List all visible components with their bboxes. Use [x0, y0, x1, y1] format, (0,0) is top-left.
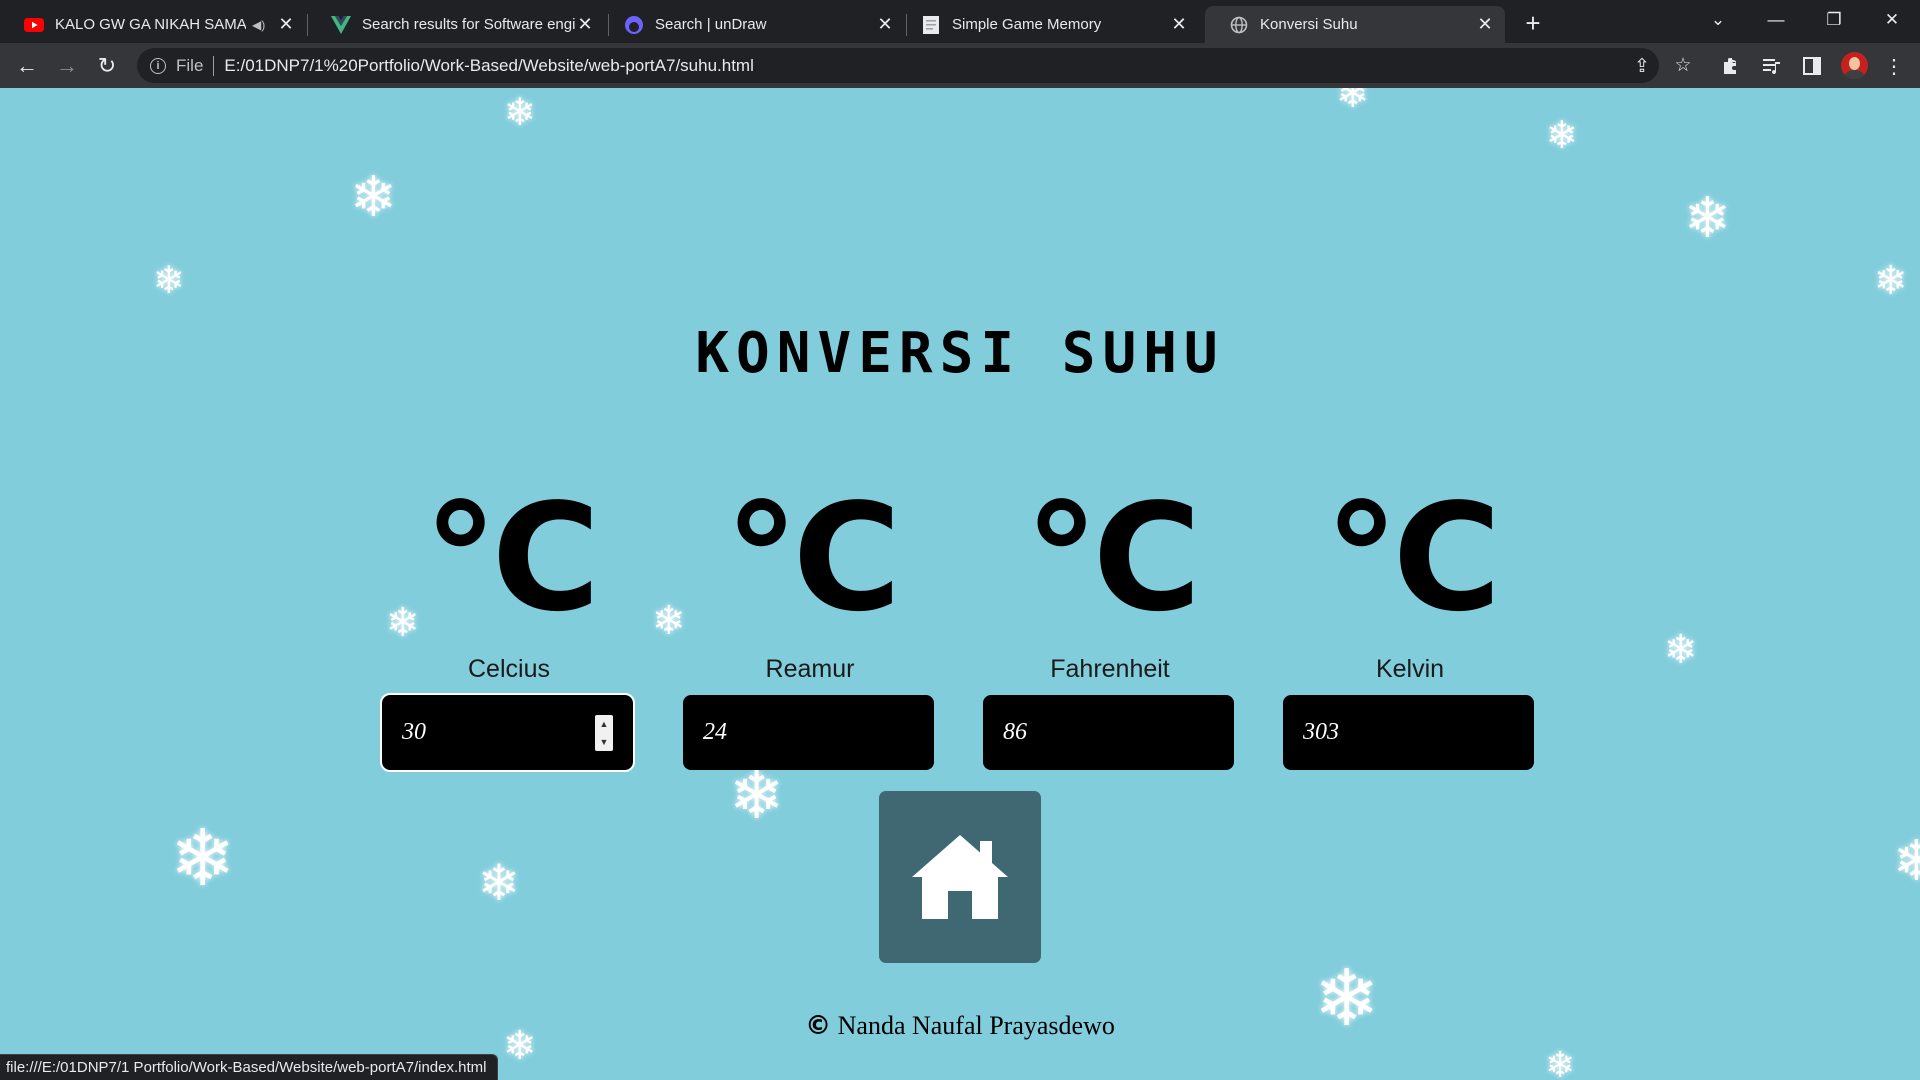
browser-toolbar: ← → ↻ i File E:/01DNP7/1%20Portfolio/Wor… [0, 43, 1920, 88]
fahrenheit-card: °C Fahrenheit 86 [983, 483, 1237, 770]
fahrenheit-symbol: °C [1024, 472, 1202, 644]
fahrenheit-value: 86 [1003, 719, 1027, 745]
tab-title: KALO GW GA NIKAH SAMA LISA [55, 16, 246, 33]
globe-icon [1229, 15, 1249, 35]
snowflake-icon: ❄ [1664, 627, 1698, 673]
site-info-icon[interactable]: i [150, 57, 166, 74]
tab-strip: KALO GW GA NIKAH SAMA LISA ◀) ✕ Search r… [0, 0, 1920, 43]
snowflake-icon: ❄ [1893, 829, 1920, 894]
bookmark-star-icon[interactable]: ☆ [1672, 54, 1694, 76]
reamur-label: Reamur [765, 655, 855, 683]
reading-list-icon[interactable] [1760, 54, 1784, 78]
snowflake-icon: ❄ [350, 165, 397, 230]
snowflake-icon: ❄ [504, 90, 536, 134]
home-icon [912, 835, 1008, 919]
kelvin-symbol: °C [1324, 472, 1502, 644]
kelvin-value: 303 [1303, 719, 1339, 745]
snowflake-icon: ❄ [153, 258, 185, 302]
address-bar[interactable]: i File E:/01DNP7/1%20Portfolio/Work-Base… [137, 48, 1659, 83]
new-tab-button[interactable]: + [1519, 8, 1547, 38]
snowflake-icon: ❄ [652, 598, 686, 644]
url-text[interactable]: E:/01DNP7/1%20Portfolio/Work-Based/Websi… [224, 56, 753, 76]
footer: © Nanda Naufal Prayasdewo [0, 1011, 1920, 1041]
tab-konversi-suhu[interactable]: Konversi Suhu ✕ [1205, 6, 1505, 43]
kelvin-input[interactable]: 303 [1283, 695, 1534, 770]
snowflake-icon: ❄ [1545, 1045, 1576, 1080]
footer-author: Nanda Naufal Prayasdewo [837, 1011, 1115, 1040]
status-url-bubble: file:///E:/01DNP7/1 Portfolio/Work-Based… [0, 1054, 498, 1080]
snowflake-icon: ❄ [1684, 186, 1731, 251]
share-icon[interactable]: ⇪ [1631, 55, 1653, 77]
avatar-face [1849, 57, 1860, 70]
audio-playing-icon[interactable]: ◀) [252, 18, 270, 32]
celcius-symbol: °C [423, 472, 601, 644]
copyright-symbol: © [805, 1011, 832, 1041]
tab-vue-search[interactable]: Search results for Software engineer ✕ [307, 6, 605, 43]
reamur-value: 24 [703, 719, 727, 745]
close-window-icon[interactable]: ✕ [1864, 0, 1920, 40]
snowflake-icon: ❄ [478, 854, 520, 912]
celcius-value: 30 [402, 719, 426, 745]
kelvin-card: °C Kelvin 303 [1283, 483, 1537, 770]
reamur-symbol: °C [724, 472, 902, 644]
snowflake-icon: ❄ [1546, 113, 1578, 157]
spinner-up-icon[interactable]: ▲ [600, 719, 609, 729]
tab-title: Search results for Software engineer [362, 16, 575, 33]
tab-search-icon[interactable]: ⌄ [1690, 0, 1746, 40]
reamur-card: °C Reamur 24 [683, 483, 937, 770]
forward-icon[interactable]: → [51, 50, 83, 82]
snowflake-icon: ❄ [170, 814, 236, 904]
tab-memory-game[interactable]: Simple Game Memory ✕ [897, 6, 1199, 43]
close-tab-icon[interactable]: ✕ [276, 14, 296, 35]
back-icon[interactable]: ← [11, 50, 43, 82]
profile-avatar[interactable] [1841, 52, 1868, 79]
url-divider [213, 55, 215, 76]
side-panel-icon[interactable] [1800, 54, 1824, 78]
tab-undraw[interactable]: Search | unDraw ✕ [600, 6, 905, 43]
snowflake-icon: ❄ [1336, 88, 1370, 117]
tab-title: Search | unDraw [655, 16, 767, 33]
number-spinner[interactable]: ▲ ▼ [595, 715, 613, 751]
page-title: KONVERSI SUHU [695, 321, 1225, 386]
snowflake-icon: ❄ [729, 757, 785, 834]
reamur-input[interactable]: 24 [683, 695, 934, 770]
tab-title: Konversi Suhu [1260, 16, 1358, 33]
reload-icon[interactable]: ↻ [91, 50, 123, 82]
fahrenheit-input[interactable]: 86 [983, 695, 1234, 770]
spinner-down-icon[interactable]: ▼ [600, 737, 609, 747]
tab-youtube[interactable]: KALO GW GA NIKAH SAMA LISA ◀) ✕ [0, 6, 306, 43]
celcius-input[interactable]: 30 ▲ ▼ [380, 693, 635, 772]
snowflake-icon: ❄ [1874, 258, 1908, 304]
celcius-label: Celcius [468, 655, 550, 683]
menu-dots-icon[interactable]: ⋮ [1882, 54, 1906, 78]
kelvin-label: Kelvin [1375, 655, 1445, 683]
home-button[interactable] [879, 791, 1041, 963]
undraw-icon [624, 15, 644, 35]
extensions-icon[interactable] [1719, 54, 1743, 78]
url-scheme: File [176, 55, 204, 75]
fahrenheit-label: Fahrenheit [1050, 655, 1170, 683]
close-tab-icon[interactable]: ✕ [1475, 14, 1495, 35]
restore-icon[interactable]: ❐ [1806, 0, 1862, 40]
document-icon [921, 15, 941, 35]
youtube-icon [24, 15, 44, 35]
tab-title: Simple Game Memory [952, 16, 1102, 33]
close-tab-icon[interactable]: ✕ [575, 14, 595, 35]
vue-icon [331, 15, 351, 35]
close-tab-icon[interactable]: ✕ [1169, 14, 1189, 35]
page-content: ❄ ❄ ❄ ❄ ❄ ❄ ❄ ❄ ❄ ❄ ❄ ❄ ❄ ❄ ❄ ❄ ❄ KONVER… [0, 88, 1920, 1080]
avatar-body [1845, 70, 1864, 79]
close-tab-icon[interactable]: ✕ [875, 14, 895, 35]
celcius-card: °C Celcius 30 ▲ ▼ [380, 472, 636, 772]
minimize-icon[interactable]: — [1748, 0, 1804, 40]
